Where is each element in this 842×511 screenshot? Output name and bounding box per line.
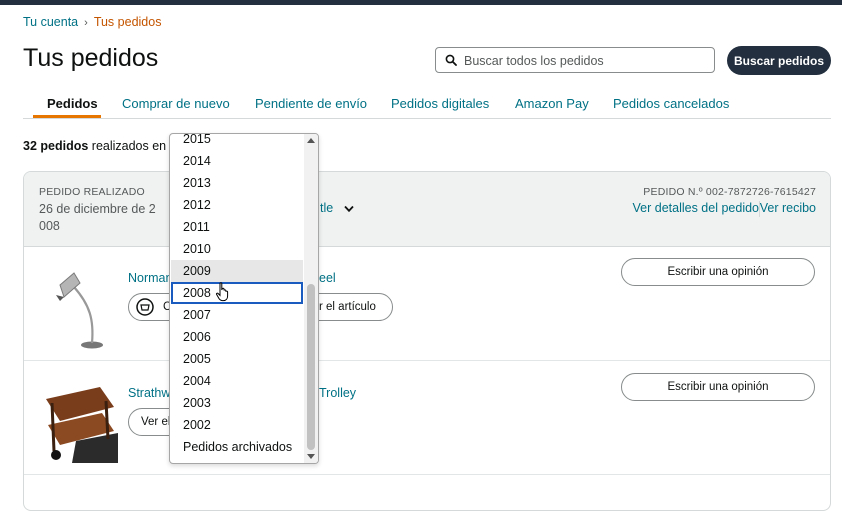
tab-orders[interactable]: Pedidos <box>47 96 98 111</box>
year-option[interactable]: 2013 <box>171 172 303 194</box>
item-divider <box>24 474 830 475</box>
order-count: 32 pedidos realizados en <box>23 139 166 153</box>
page-title: Tus pedidos <box>23 44 159 72</box>
item-title-right[interactable]: Trolley <box>319 386 356 400</box>
buy-again-icon <box>136 298 154 316</box>
order-details-link[interactable]: Ver detalles del pedido <box>633 201 759 215</box>
year-option[interactable]: 2006 <box>171 326 303 348</box>
tab-not-yet-shipped[interactable]: Pendiente de envío <box>255 96 367 111</box>
search-orders-button[interactable]: Buscar pedidos <box>727 46 831 75</box>
receipt-link[interactable]: Ver recibo <box>760 201 816 215</box>
order-header: PEDIDO REALIZADO 26 de diciembre de 2 00… <box>24 172 830 247</box>
year-option[interactable]: 2014 <box>171 150 303 172</box>
order-placed-date: 26 de diciembre de 2 <box>39 202 156 216</box>
top-bar <box>0 0 842 5</box>
order-tabs: Pedidos Comprar de nuevo Pendiente de en… <box>23 90 831 119</box>
scrollbar-thumb[interactable] <box>307 284 315 450</box>
order-card: PEDIDO REALIZADO 26 de diciembre de 2 00… <box>23 171 831 511</box>
tab-digital-orders[interactable]: Pedidos digitales <box>391 96 489 111</box>
year-option[interactable]: 2005 <box>171 348 303 370</box>
order-placed-label: PEDIDO REALIZADO <box>39 186 145 198</box>
item-title-left[interactable]: Norman <box>128 271 172 285</box>
scroll-down-arrow-icon[interactable] <box>307 454 315 459</box>
chevron-down-icon[interactable] <box>344 205 354 213</box>
write-review-button[interactable]: Escribir una opinión <box>621 373 815 401</box>
item-title-left[interactable]: Strathw <box>128 386 170 400</box>
search-icon <box>445 54 457 66</box>
year-option[interactable]: 2012 <box>171 194 303 216</box>
order-item: Norman eel C r el artículo Escribir una … <box>24 247 830 361</box>
breadcrumb-current: Tus pedidos <box>93 15 162 29</box>
search-box[interactable] <box>435 47 715 73</box>
year-option[interactable]: 2011 <box>171 216 303 238</box>
order-number-label: PEDIDO N.º 002-7872726-7615427 <box>643 186 816 198</box>
year-option[interactable]: 2004 <box>171 370 303 392</box>
year-filter-dropdown[interactable]: 2015 2014 2013 2012 2011 2010 2009 2008 … <box>169 133 319 464</box>
year-option[interactable]: 2010 <box>171 238 303 260</box>
ship-to-link[interactable]: tle <box>320 201 333 215</box>
tab-cancelled-orders[interactable]: Pedidos cancelados <box>613 96 729 111</box>
view-item-label: r el artículo <box>319 301 376 313</box>
breadcrumb-separator: › <box>84 17 88 29</box>
desk-lamp-image[interactable] <box>50 265 110 349</box>
breadcrumb-account-link[interactable]: Tu cuenta <box>23 15 78 29</box>
archived-orders-option[interactable]: Pedidos archivados <box>171 436 303 458</box>
view-item-label: Ver el <box>141 416 171 428</box>
year-option[interactable]: 2003 <box>171 392 303 414</box>
order-count-number: 32 pedidos <box>23 139 89 153</box>
year-option-selected[interactable]: 2008 <box>171 282 303 304</box>
scroll-up-arrow-icon[interactable] <box>307 138 315 143</box>
breadcrumb: Tu cuenta › Tus pedidos <box>23 15 161 29</box>
year-option-hovered[interactable]: 2009 <box>171 260 303 282</box>
active-tab-indicator <box>33 115 101 118</box>
tab-buy-again[interactable]: Comprar de nuevo <box>122 96 230 111</box>
trolley-image[interactable] <box>42 381 118 463</box>
year-option[interactable]: 2002 <box>171 414 303 436</box>
tab-amazon-pay[interactable]: Amazon Pay <box>515 96 589 111</box>
item-title-right[interactable]: eel <box>319 271 336 285</box>
year-option[interactable]: 2015 <box>171 134 303 150</box>
year-option[interactable]: 2007 <box>171 304 303 326</box>
hand-pointer-cursor-icon <box>215 282 229 302</box>
dropdown-scrollbar[interactable] <box>304 134 318 463</box>
search-input[interactable] <box>462 50 706 72</box>
order-placed-date-continued: 008 <box>39 219 60 233</box>
order-item: Strathw Trolley Ver el Escribir una opin… <box>24 361 830 475</box>
write-review-button[interactable]: Escribir una opinión <box>621 258 815 286</box>
order-count-suffix: realizados en <box>91 139 167 153</box>
